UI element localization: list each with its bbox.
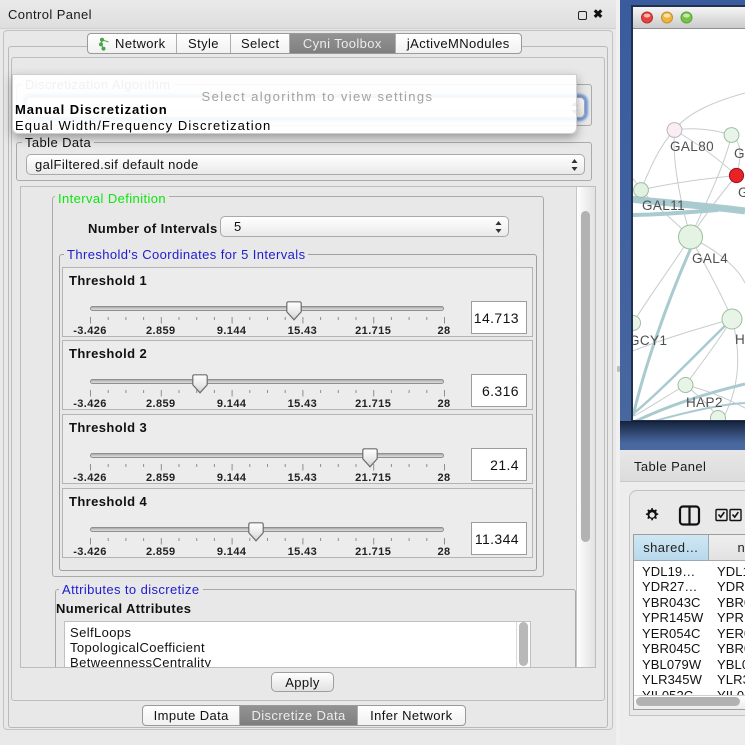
- svg-text:HAP2: HAP2: [686, 395, 723, 410]
- svg-text:GAL4: GAL4: [692, 251, 728, 266]
- svg-text:GA: GA: [734, 146, 745, 161]
- svg-text:H: H: [735, 332, 745, 347]
- svg-text:GAL80: GAL80: [670, 139, 714, 154]
- svg-text:G: G: [738, 185, 745, 200]
- svg-text:GCY1: GCY1: [633, 333, 667, 348]
- svg-text:GAL11: GAL11: [642, 198, 685, 213]
